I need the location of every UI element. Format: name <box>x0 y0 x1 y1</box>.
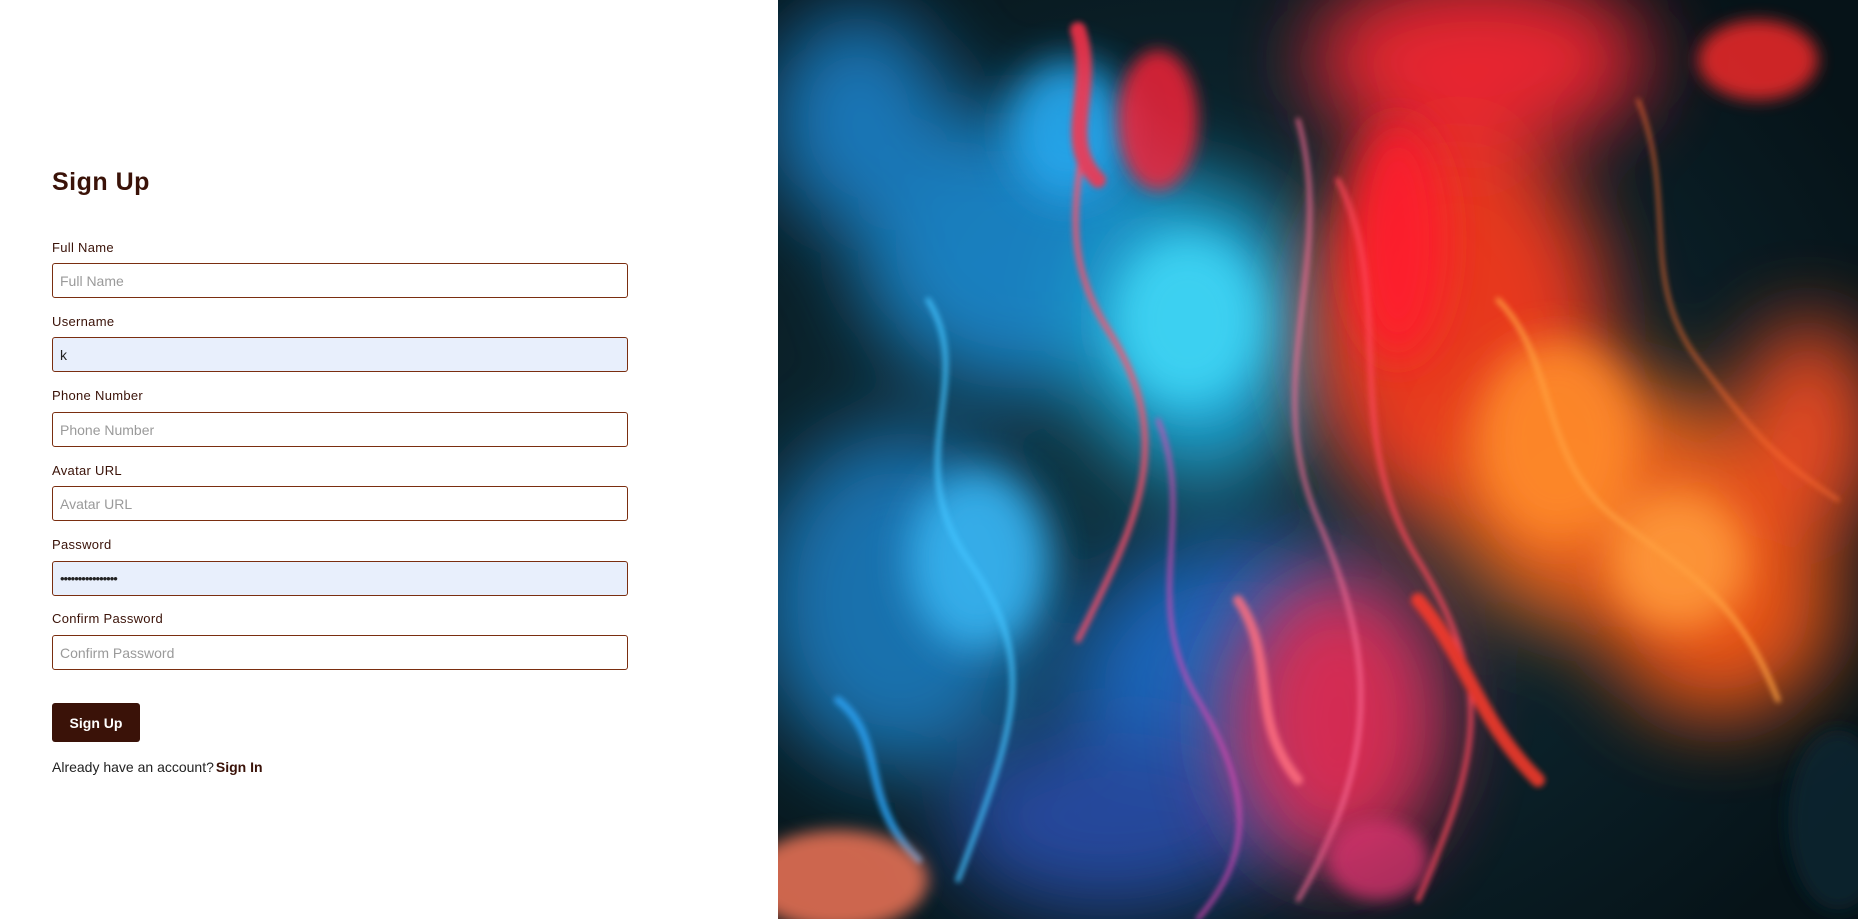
password-input[interactable] <box>52 561 628 596</box>
username-label: Username <box>52 314 115 329</box>
signin-prompt: Already have an account? <box>52 759 214 775</box>
ink-smoke-artwork <box>778 0 1858 919</box>
signin-link[interactable]: Sign In <box>216 759 263 775</box>
username-input[interactable] <box>52 337 628 372</box>
signup-page: Sign Up Full Name Username Phone Number … <box>0 0 1858 919</box>
confirm-password-label: Confirm Password <box>52 611 163 626</box>
full-name-label: Full Name <box>52 240 114 255</box>
signup-form-pane: Sign Up Full Name Username Phone Number … <box>0 0 778 919</box>
signin-row: Already have an account? Sign In <box>52 759 263 775</box>
signup-button[interactable]: Sign Up <box>52 703 140 742</box>
password-label: Password <box>52 537 112 552</box>
confirm-password-input[interactable] <box>52 635 628 670</box>
phone-number-label: Phone Number <box>52 388 144 403</box>
full-name-input[interactable] <box>52 263 628 298</box>
hero-image <box>778 0 1858 919</box>
avatar-url-label: Avatar URL <box>52 463 122 478</box>
avatar-url-input[interactable] <box>52 486 628 521</box>
phone-number-input[interactable] <box>52 412 628 447</box>
page-title: Sign Up <box>52 168 150 196</box>
